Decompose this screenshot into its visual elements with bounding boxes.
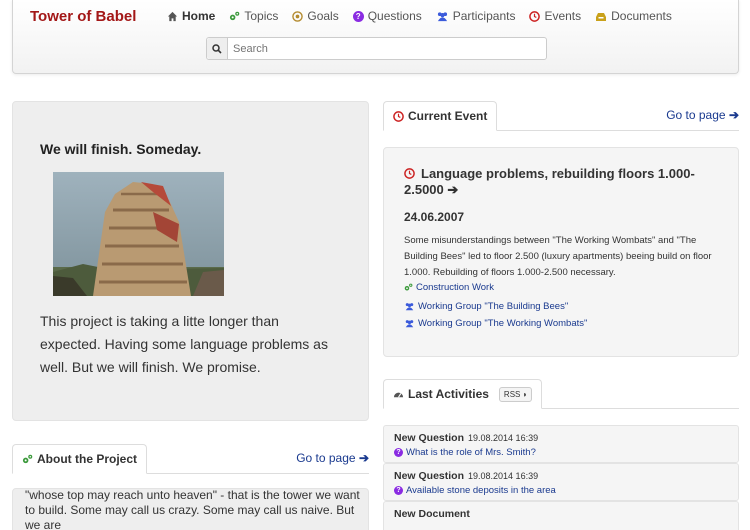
- list-item: New Document: [383, 501, 739, 530]
- event-link-group-bees[interactable]: Working Group "The Building Bees": [404, 298, 587, 315]
- rss-icon: ◗: [522, 389, 528, 399]
- clock-icon: [404, 168, 415, 179]
- event-goto-link[interactable]: Go to page ➔: [666, 108, 739, 122]
- list-item: New Question 19.08.2014 16:39 ? What is th…: [383, 425, 739, 463]
- nav-questions-label: Questions: [367, 9, 422, 23]
- hero-panel: We will finish. Someday. This project is…: [12, 101, 369, 421]
- rss-label: RSS: [503, 389, 521, 399]
- event-link-group-bees-label: Working Group "The Building Bees": [418, 301, 569, 312]
- tab-current-event[interactable]: Current Event: [383, 101, 498, 131]
- search-input[interactable]: [228, 38, 546, 59]
- tab-about-project[interactable]: About the Project: [12, 444, 148, 474]
- activity-header: New Question 19.08.2014 16:39: [394, 432, 728, 444]
- activity-header: New Document: [394, 508, 728, 520]
- inbox-icon: [596, 12, 607, 21]
- nav-goals-label: Goals: [307, 9, 339, 23]
- about-goto-link[interactable]: Go to page ➔: [296, 451, 369, 465]
- cogs-icon: [404, 283, 413, 291]
- navbar: Tower of Babel Home Topics Goals ? Quest…: [12, 0, 739, 74]
- event-description: Some misunderstandings between "The Work…: [404, 235, 712, 278]
- activity-type: New Question: [394, 432, 465, 444]
- current-event-panel: Language problems, rebuilding floors 1.0…: [383, 147, 739, 357]
- question-icon: ?: [352, 10, 364, 22]
- target-icon: [292, 10, 304, 22]
- event-goto-label: Go to page: [666, 108, 726, 122]
- main-nav: Home Topics Goals ? Questions Participan…: [167, 9, 672, 23]
- nav-participants[interactable]: Participants: [436, 9, 516, 23]
- rss-button[interactable]: RSS ◗: [498, 386, 533, 402]
- nav-participants-label: Participants: [452, 9, 516, 23]
- activity-type: New Question: [394, 470, 465, 482]
- event-links: Construction Work Working Group "The Bui…: [404, 279, 587, 332]
- activities-tabhead: Last Activities RSS ◗: [383, 378, 739, 409]
- event-link-topic-label: Construction Work: [416, 282, 494, 293]
- nav-events-label: Events: [544, 9, 582, 23]
- dashboard-icon: [393, 392, 404, 398]
- activity-time: 19.08.2014 16:39: [468, 471, 539, 481]
- event-link-group-wombats[interactable]: Working Group "The Working Wombats": [404, 315, 587, 332]
- tab-last-activities-label: Last Activities: [408, 387, 489, 401]
- hero-text: This project is taking a litte longer th…: [40, 313, 328, 375]
- arrow-right-icon: ➔: [358, 451, 369, 465]
- event-tabhead: Current Event Go to page ➔: [383, 100, 739, 131]
- clock-icon: [529, 10, 541, 22]
- users-icon: [437, 11, 447, 21]
- search-icon: [207, 38, 228, 59]
- nav-documents-label: Documents: [611, 9, 672, 23]
- nav-home[interactable]: Home: [167, 9, 215, 23]
- nav-topics[interactable]: Topics: [229, 9, 278, 23]
- event-link-topic[interactable]: Construction Work: [404, 279, 587, 296]
- tab-last-activities[interactable]: Last Activities RSS ◗: [383, 379, 543, 409]
- arrow-right-icon: ➔: [728, 108, 739, 122]
- activity-link-label: Available stone deposits in the area: [406, 485, 556, 496]
- nav-documents[interactable]: Documents: [595, 9, 672, 23]
- search-bar: [206, 37, 547, 60]
- event-link-group-wombats-label: Working Group "The Working Wombats": [418, 318, 588, 329]
- clock-icon: [393, 110, 404, 122]
- arrow-right-icon: ➔: [447, 182, 459, 197]
- tower-of-babel-painting: [53, 172, 224, 296]
- about-goto-label: Go to page: [296, 451, 356, 465]
- about-text: "whose top may reach unto heaven" - that…: [25, 488, 360, 530]
- activity-link[interactable]: ? What is the role of Mrs. Smith?: [394, 447, 728, 458]
- nav-home-label: Home: [182, 9, 216, 23]
- home-icon: [167, 11, 178, 21]
- event-date: 24.06.2007: [404, 210, 465, 224]
- users-icon: [405, 320, 414, 328]
- activity-link[interactable]: ? Available stone deposits in the area: [394, 485, 728, 496]
- nav-events[interactable]: Events: [529, 9, 581, 23]
- cogs-icon: [22, 454, 33, 463]
- activity-list: New Question 19.08.2014 16:39 ? What is th…: [383, 425, 739, 530]
- users-icon: [405, 303, 414, 311]
- nav-topics-label: Topics: [244, 9, 279, 23]
- tab-about-label: About the Project: [37, 452, 138, 466]
- list-item: New Question 19.08.2014 16:39 ? Available …: [383, 463, 739, 501]
- nav-questions[interactable]: ? Questions: [352, 9, 422, 23]
- event-title[interactable]: Language problems, rebuilding floors 1.0…: [404, 166, 734, 198]
- activity-link-label: What is the role of Mrs. Smith?: [406, 447, 536, 458]
- activity-header: New Question 19.08.2014 16:39: [394, 470, 728, 482]
- brand-logo[interactable]: Tower of Babel: [30, 8, 136, 25]
- nav-goals[interactable]: Goals: [292, 9, 339, 23]
- cogs-icon: [230, 11, 240, 20]
- about-panel: "whose top may reach unto heaven" - that…: [12, 488, 369, 530]
- question-icon: ?: [394, 448, 403, 457]
- question-icon: ?: [394, 486, 403, 495]
- activity-time: 19.08.2014 16:39: [468, 433, 539, 443]
- activity-type: New Document: [394, 508, 470, 520]
- about-tabhead: About the Project Go to page ➔: [12, 443, 369, 474]
- tab-current-event-label: Current Event: [408, 109, 488, 123]
- hero-title: We will finish. Someday.: [40, 141, 202, 157]
